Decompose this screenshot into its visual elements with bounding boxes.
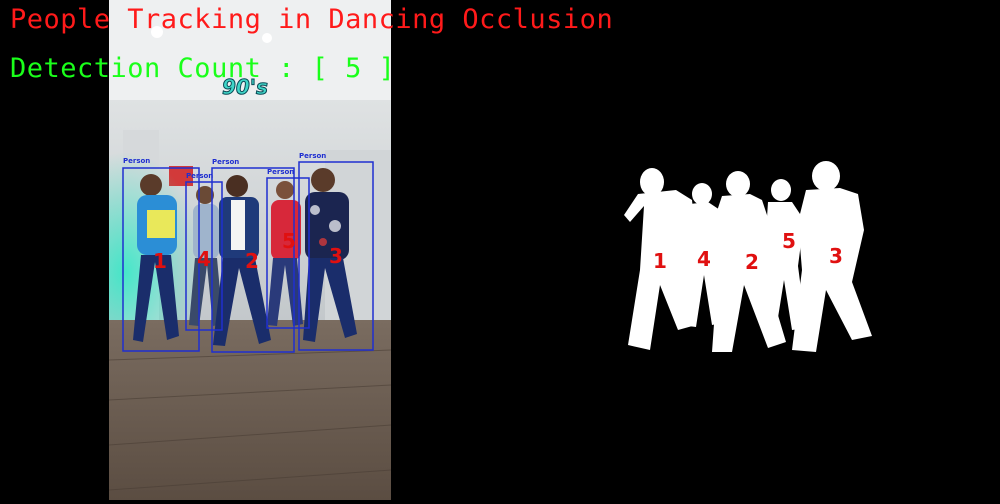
track-id-label: 1 — [153, 249, 167, 273]
detection-count: Detection Count : [ 5 ] — [10, 53, 396, 84]
box-class-label: Person — [186, 172, 213, 180]
box-class-label: Person — [299, 152, 326, 160]
tracking-frame: 1 4 25 3 Person 1 Person 4 Person 2 Person 5 Person… — [0, 0, 1000, 500]
track-id-label: 3 — [329, 244, 343, 268]
bounding-box — [266, 177, 310, 329]
box-class-label: Person — [212, 158, 239, 166]
track-id-label: 5 — [282, 229, 296, 253]
page-title: People Tracking in Dancing Occlusion — [10, 4, 614, 35]
box-class-label: Person — [123, 157, 150, 165]
box-class-label: Person — [267, 168, 294, 176]
track-id-label: 4 — [197, 247, 211, 271]
detection-boxes: Person 1 Person 4 Person 2 Person 5 Person 3 — [122, 152, 374, 353]
track-id-label: 2 — [245, 249, 259, 273]
